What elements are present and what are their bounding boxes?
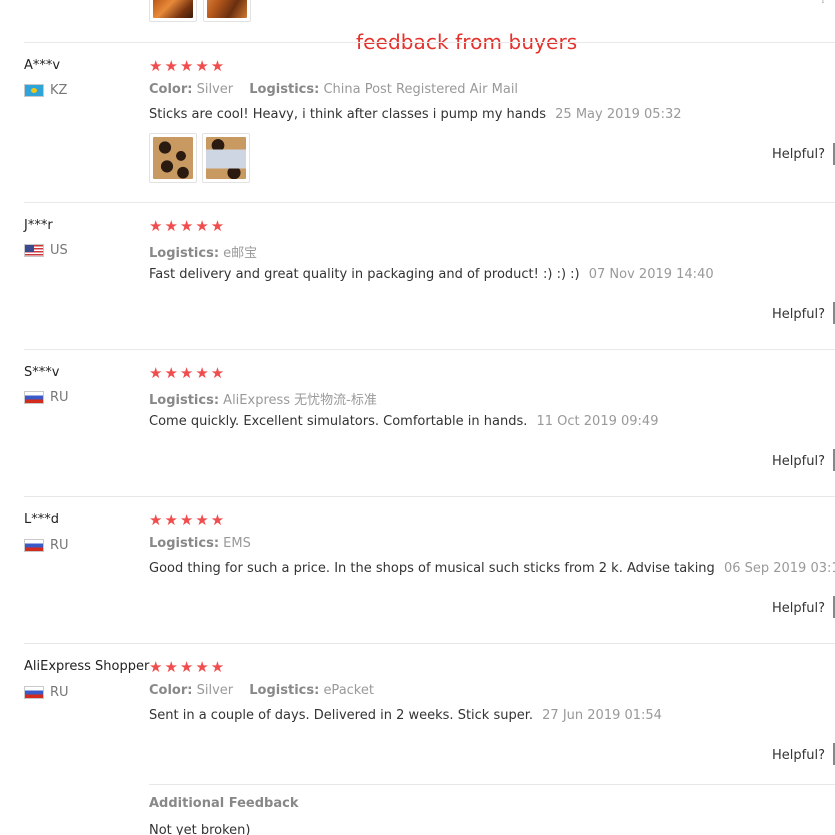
review-meta: Logistics: e邮宝: [149, 242, 269, 261]
reviewer-name: S***v: [24, 365, 60, 380]
helpful-link[interactable]: Helpful?: [772, 147, 825, 162]
previous-review-images: [149, 0, 251, 22]
review-meta: Logistics: EMS: [149, 536, 263, 551]
review-meta: Color: Silver Logistics: ePacket: [149, 683, 386, 698]
star-rating: ★★★★★: [149, 364, 227, 382]
review-date: 07 Nov 2019 14:40: [588, 267, 714, 282]
logistics-value: China Post Registered Air Mail: [323, 82, 519, 97]
review-image-thumbnail[interactable]: [149, 0, 197, 22]
color-value: Silver: [196, 683, 234, 698]
review-meta: Logistics: AliExpress 无忧物流-标准: [149, 389, 389, 408]
reviewer-country: KZ: [24, 83, 67, 98]
logistics-value: EMS: [223, 536, 251, 551]
flag-kz-icon: [24, 84, 44, 97]
helpful-link[interactable]: Helpful?: [772, 748, 825, 763]
divider: [24, 496, 835, 497]
divider: [24, 349, 835, 350]
review-date: 25 May 2019 05:32: [555, 107, 682, 122]
country-code: KZ: [50, 83, 68, 98]
logistics-label: Logistics:: [149, 393, 220, 408]
divider: [24, 202, 835, 203]
helpful-question-partial: ?: [820, 0, 826, 6]
reviewer-name: L***d: [24, 512, 59, 527]
reviewer-country: RU: [24, 685, 69, 700]
reviewer-name: J***r: [24, 218, 53, 233]
logistics-value: AliExpress 无忧物流-标准: [223, 393, 377, 408]
review-image-thumbnail[interactable]: [203, 0, 251, 22]
review-image-thumbnail[interactable]: [202, 133, 250, 183]
country-code: US: [50, 243, 68, 258]
review-body: Good thing for such a price. In the shop…: [149, 561, 715, 576]
star-rating: ★★★★★: [149, 511, 227, 529]
helpful-link[interactable]: Helpful?: [772, 454, 825, 469]
review-text: Sticks are cool! Heavy, i think after cl…: [149, 107, 682, 122]
review-text: Fast delivery and great quality in packa…: [149, 267, 714, 282]
logistics-label: Logistics:: [249, 82, 320, 97]
flag-ru-icon: [24, 539, 44, 552]
feedback-page: ? feedback from buyers A***v KZ ★★★★★ Co…: [0, 0, 835, 835]
helpful-link[interactable]: Helpful?: [772, 601, 825, 616]
divider: [24, 643, 835, 644]
color-label: Color:: [149, 82, 193, 97]
review-body: Fast delivery and great quality in packa…: [149, 267, 580, 282]
review-image-thumbnail[interactable]: [149, 133, 197, 183]
review-meta: Color: Silver Logistics: China Post Regi…: [149, 82, 530, 97]
logistics-value: e邮宝: [223, 246, 258, 261]
divider: [24, 42, 835, 43]
review-body: Come quickly. Excellent simulators. Comf…: [149, 414, 528, 429]
review-text: Come quickly. Excellent simulators. Comf…: [149, 414, 658, 429]
flag-ru-icon: [24, 686, 44, 699]
star-rating: ★★★★★: [149, 658, 227, 676]
review-body: Sent in a couple of days. Delivered in 2…: [149, 708, 534, 723]
logistics-label: Logistics:: [149, 246, 220, 261]
reviewer-name: AliExpress Shopper: [24, 659, 150, 674]
country-code: RU: [50, 390, 69, 405]
flag-us-icon: [24, 244, 44, 257]
reviewer-country: US: [24, 243, 68, 258]
review-body: Sticks are cool! Heavy, i think after cl…: [149, 107, 546, 122]
additional-feedback-text: Not yet broken): [149, 823, 251, 835]
review-text: Sent in a couple of days. Delivered in 2…: [149, 708, 662, 723]
review-date: 27 Jun 2019 01:54: [542, 708, 662, 723]
additional-feedback-divider: [149, 784, 835, 785]
color-value: Silver: [196, 82, 234, 97]
reviewer-country: RU: [24, 390, 69, 405]
helpful-link[interactable]: Helpful?: [772, 307, 825, 322]
reviewer-country: RU: [24, 538, 69, 553]
reviewer-name: A***v: [24, 58, 61, 73]
additional-feedback-label: Additional Feedback: [149, 796, 299, 811]
flag-ru-icon: [24, 391, 44, 404]
review-date: 11 Oct 2019 09:49: [536, 414, 659, 429]
review-date: 06 Sep 2019 03:13: [723, 561, 835, 576]
review-text: Good thing for such a price. In the shop…: [149, 561, 835, 576]
logistics-value: ePacket: [323, 683, 374, 698]
country-code: RU: [50, 538, 69, 553]
review-images: [149, 133, 250, 183]
logistics-label: Logistics:: [149, 536, 220, 551]
star-rating: ★★★★★: [149, 57, 227, 75]
country-code: RU: [50, 685, 69, 700]
color-label: Color:: [149, 683, 193, 698]
logistics-label: Logistics:: [249, 683, 320, 698]
star-rating: ★★★★★: [149, 217, 227, 235]
